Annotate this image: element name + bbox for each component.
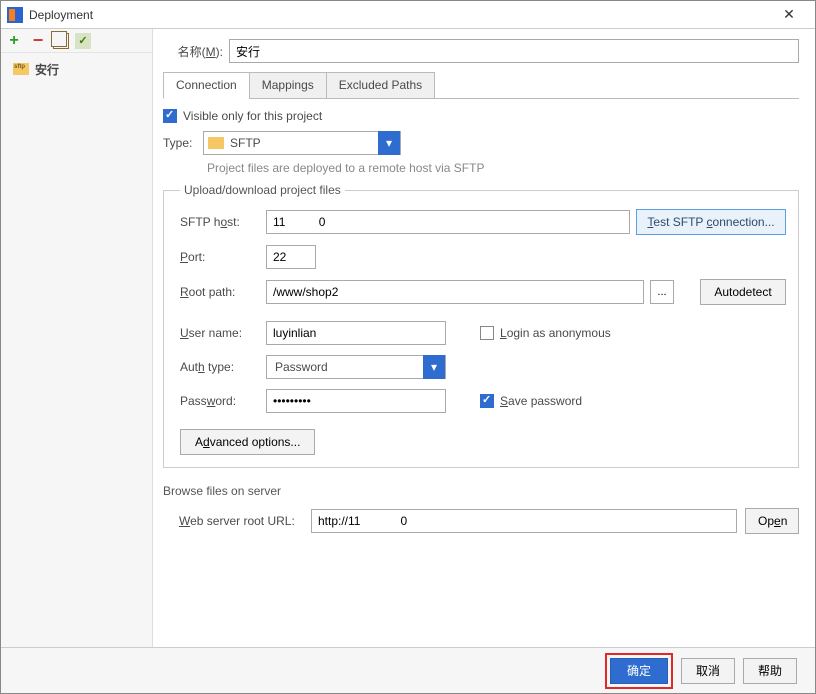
cancel-button[interactable]: 取消 bbox=[681, 658, 735, 684]
ok-button[interactable]: 确定 bbox=[610, 658, 668, 684]
titlebar: Deployment ✕ bbox=[1, 1, 815, 29]
server-tree: 安行 bbox=[1, 53, 152, 85]
test-connection-button[interactable]: Test SFTP connection... bbox=[636, 209, 786, 235]
sftp-icon bbox=[208, 137, 224, 149]
type-label: Type: bbox=[163, 136, 203, 150]
visible-only-label: Visible only for this project bbox=[183, 109, 322, 123]
open-button[interactable]: Open bbox=[745, 508, 799, 534]
sftp-host-label: SFTP host: bbox=[180, 215, 260, 229]
chevron-down-icon: ▾ bbox=[378, 131, 400, 155]
chevron-down-icon: ▾ bbox=[423, 355, 445, 379]
sftp-host-input[interactable] bbox=[266, 210, 630, 234]
tabs: Connection Mappings Excluded Paths bbox=[163, 71, 799, 99]
save-password-checkbox[interactable] bbox=[480, 394, 494, 408]
sidebar: + − ✓ 安行 bbox=[1, 29, 153, 647]
help-button[interactable]: 帮助 bbox=[743, 658, 797, 684]
autodetect-button[interactable]: Autodetect bbox=[700, 279, 786, 305]
copy-icon[interactable] bbox=[53, 33, 69, 49]
username-label: User name: bbox=[180, 326, 260, 340]
add-icon[interactable]: + bbox=[5, 32, 23, 50]
name-label: 名称(M): bbox=[163, 43, 223, 60]
window-title: Deployment bbox=[29, 8, 769, 22]
remove-icon[interactable]: − bbox=[29, 32, 47, 50]
port-label: Port: bbox=[180, 250, 260, 264]
type-dropdown[interactable]: SFTP ▾ bbox=[203, 131, 401, 155]
browse-legend: Browse files on server bbox=[163, 484, 799, 498]
advanced-options-button[interactable]: Advanced options... bbox=[180, 429, 315, 455]
tree-item[interactable]: 安行 bbox=[5, 59, 148, 79]
use-default-icon[interactable]: ✓ bbox=[75, 33, 91, 49]
type-value: SFTP bbox=[230, 136, 261, 150]
browse-root-button[interactable]: ... bbox=[650, 280, 674, 304]
username-input[interactable] bbox=[266, 321, 446, 345]
tab-mappings[interactable]: Mappings bbox=[249, 72, 327, 99]
tab-connection[interactable]: Connection bbox=[163, 72, 250, 99]
app-icon bbox=[7, 7, 23, 23]
upload-group: Upload/download project files SFTP host:… bbox=[163, 183, 799, 468]
type-hint: Project files are deployed to a remote h… bbox=[207, 161, 799, 175]
sftp-icon bbox=[13, 63, 29, 75]
root-path-input[interactable] bbox=[266, 280, 644, 304]
password-input[interactable] bbox=[266, 389, 446, 413]
visible-only-checkbox[interactable] bbox=[163, 109, 177, 123]
close-button[interactable]: ✕ bbox=[769, 1, 809, 29]
login-anonymous-label: Login as anonymous bbox=[500, 326, 611, 340]
password-label: Password: bbox=[180, 394, 260, 408]
port-input[interactable] bbox=[266, 245, 316, 269]
ok-highlight: 确定 bbox=[605, 653, 673, 689]
web-url-label: Web server root URL: bbox=[163, 514, 303, 528]
login-anonymous-checkbox[interactable] bbox=[480, 326, 494, 340]
web-url-input[interactable] bbox=[311, 509, 737, 533]
upload-legend: Upload/download project files bbox=[180, 183, 345, 197]
auth-type-dropdown[interactable]: Password ▾ bbox=[266, 355, 446, 379]
auth-type-value: Password bbox=[271, 360, 328, 374]
tree-item-label: 安行 bbox=[35, 61, 59, 78]
main-panel: 名称(M): Connection Mappings Excluded Path… bbox=[153, 29, 815, 647]
dialog-footer: 确定 取消 帮助 bbox=[1, 647, 815, 693]
root-path-label: Root path: bbox=[180, 285, 260, 299]
auth-type-label: Auth type: bbox=[180, 360, 260, 374]
name-input[interactable] bbox=[229, 39, 799, 63]
save-password-label: Save password bbox=[500, 394, 582, 408]
sidebar-toolbar: + − ✓ bbox=[1, 29, 152, 53]
tab-excluded[interactable]: Excluded Paths bbox=[326, 72, 435, 99]
